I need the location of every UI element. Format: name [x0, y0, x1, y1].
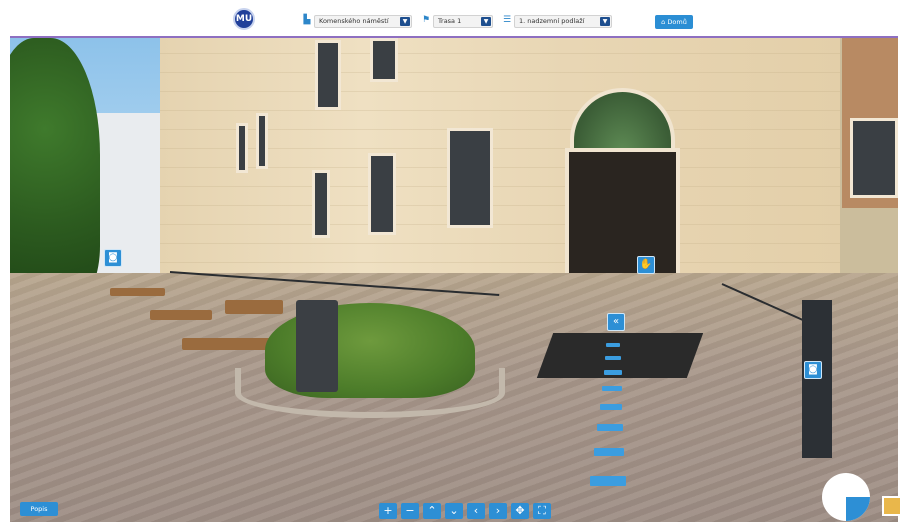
chevron-down-icon: ⌄: [449, 504, 459, 517]
location-select[interactable]: Komenského náměstí ▼: [314, 15, 412, 28]
look-right-button[interactable]: ›: [489, 503, 507, 519]
compass-radar[interactable]: [822, 473, 870, 521]
path-marker: [605, 356, 621, 360]
path-marker: [602, 386, 622, 391]
window: [850, 118, 898, 198]
fullscreen-button[interactable]: ⛶: [533, 503, 551, 519]
look-down-button[interactable]: ⌄: [445, 503, 463, 519]
panorama-viewer[interactable]: ◙ ✋ « ◙: [10, 38, 898, 522]
description-button[interactable]: Popis: [20, 502, 58, 516]
building-icon: ▙: [303, 15, 311, 25]
window: [256, 113, 268, 169]
window: [368, 153, 396, 235]
trash-bin: [296, 300, 338, 392]
bench: [225, 300, 283, 314]
tree: [10, 38, 100, 298]
chevron-down-icon: ▼: [400, 17, 410, 26]
chevron-down-icon: ▼: [600, 17, 610, 26]
double-chevron-left-icon: «: [612, 316, 620, 327]
window: [312, 170, 330, 238]
path-marker: [604, 370, 622, 375]
plus-icon: +: [383, 504, 393, 517]
autorotate-button[interactable]: ✥: [511, 503, 529, 519]
location-select-value: Komenského náměstí: [319, 17, 389, 25]
back-navigation-hotspot[interactable]: «: [607, 313, 625, 331]
bench: [150, 310, 212, 320]
minimap-thumbnail[interactable]: [882, 496, 902, 516]
target-icon: ✥: [515, 504, 525, 517]
camera-hotspot-left[interactable]: ◙: [104, 249, 122, 267]
logo-text: MU: [235, 14, 253, 24]
zoom-in-button[interactable]: +: [379, 503, 397, 519]
path-marker: [590, 476, 626, 486]
door-icon: ✋: [639, 259, 653, 270]
university-logo[interactable]: MU: [233, 8, 255, 30]
fullscreen-icon: ⛶: [538, 504, 546, 517]
route-select[interactable]: Trasa 1 ▼: [433, 15, 493, 28]
layers-icon: ☰: [502, 15, 512, 25]
view-direction-wedge: [846, 497, 870, 521]
planter-border: [235, 368, 505, 418]
path-marker: [597, 424, 623, 431]
bench: [182, 338, 270, 350]
look-left-button[interactable]: ‹: [467, 503, 485, 519]
bench: [110, 288, 165, 296]
door-info-hotspot[interactable]: ✋: [637, 256, 655, 274]
camera-icon: ◙: [808, 364, 818, 375]
bollard: [802, 300, 832, 458]
window: [315, 40, 341, 110]
window: [447, 128, 493, 228]
zoom-out-button[interactable]: −: [401, 503, 419, 519]
chevron-up-icon: ⌃: [427, 504, 437, 517]
chevron-left-icon: ‹: [473, 504, 479, 517]
chevron-down-icon: ▼: [481, 17, 491, 26]
home-button[interactable]: ⌂ Domů: [655, 15, 693, 29]
window: [370, 38, 398, 82]
background-building: [90, 113, 170, 288]
top-bar: MU ▙ Komenského náměstí ▼ ⚑ Trasa 1 ▼ ☰ …: [0, 0, 908, 38]
route-select-value: Trasa 1: [438, 17, 462, 25]
window: [236, 123, 248, 173]
home-button-label: Domů: [667, 18, 687, 26]
floor-select-value: 1. nadzemní podlaží: [519, 17, 585, 25]
minus-icon: −: [405, 504, 415, 517]
path-marker: [600, 404, 622, 410]
route-icon: ⚑: [421, 15, 431, 25]
path-marker: [606, 343, 620, 347]
look-up-button[interactable]: ⌃: [423, 503, 441, 519]
camera-icon: ◙: [108, 252, 118, 263]
floor-select[interactable]: 1. nadzemní podlaží ▼: [514, 15, 612, 28]
home-icon: ⌂: [661, 18, 666, 26]
path-marker: [594, 448, 624, 456]
chevron-right-icon: ›: [495, 504, 501, 517]
camera-hotspot-right[interactable]: ◙: [804, 361, 822, 379]
